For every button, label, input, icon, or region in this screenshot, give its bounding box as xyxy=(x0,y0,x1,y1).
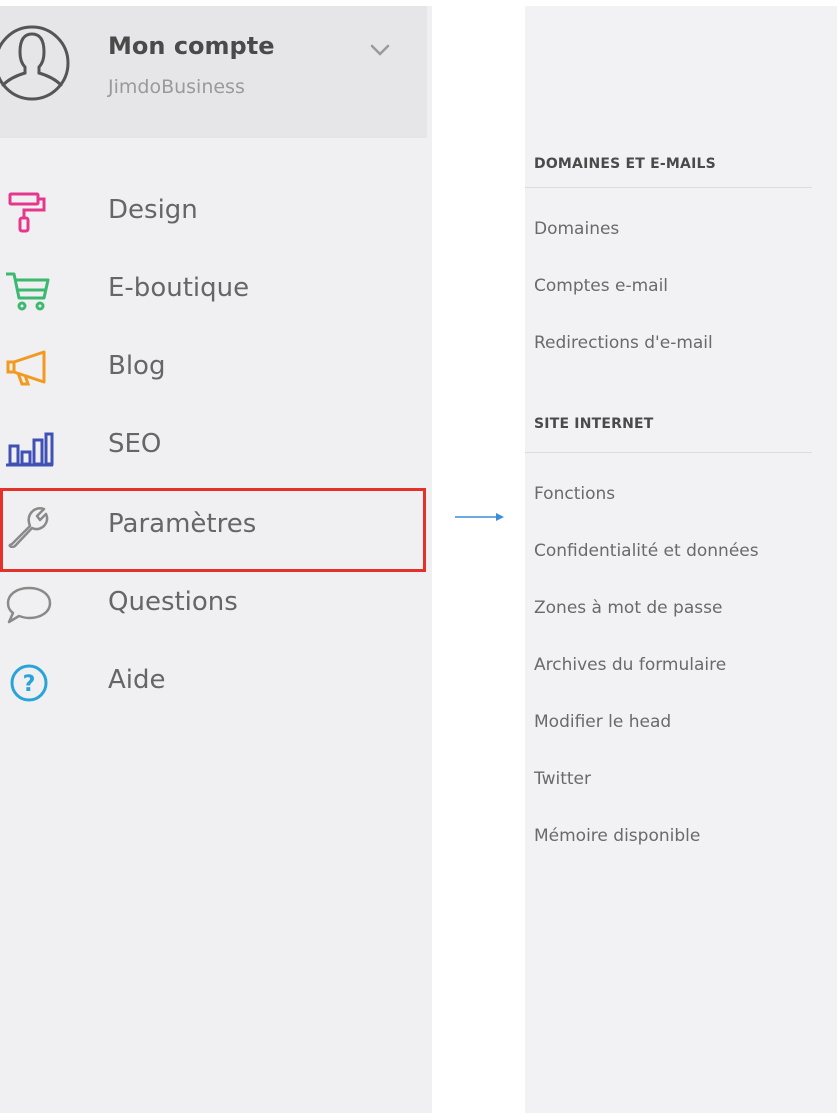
section-divider xyxy=(525,187,812,188)
link-domaines[interactable]: Domaines xyxy=(534,219,619,239)
nav-label-seo: SEO xyxy=(108,429,162,459)
megaphone-icon xyxy=(6,350,46,386)
section-heading-site-internet: SITE INTERNET xyxy=(534,416,654,432)
account-plan: JimdoBusiness xyxy=(108,76,245,98)
nav-item-e-boutique[interactable]: E-boutique xyxy=(0,260,427,320)
link-confidentialite[interactable]: Confidentialité et données xyxy=(534,541,759,561)
chevron-down-icon[interactable] xyxy=(369,42,391,58)
nav-label-e-boutique: E-boutique xyxy=(108,273,250,303)
nav-item-design[interactable]: Design xyxy=(0,182,427,242)
highlight-box xyxy=(0,488,426,572)
link-archives-formulaire[interactable]: Archives du formulaire xyxy=(534,655,726,675)
account-title: Mon compte xyxy=(108,32,275,60)
nav-item-seo[interactable]: SEO xyxy=(0,416,427,476)
nav-item-aide[interactable]: ? Aide xyxy=(0,652,427,712)
link-comptes-email[interactable]: Comptes e-mail xyxy=(534,276,668,296)
link-modifier-head[interactable]: Modifier le head xyxy=(534,712,671,732)
link-redirections-email[interactable]: Redirections d'e-mail xyxy=(534,333,713,353)
nav-label-questions: Questions xyxy=(108,587,238,617)
svg-text:?: ? xyxy=(23,672,36,697)
bar-chart-icon xyxy=(6,432,54,467)
arrow-icon xyxy=(455,513,504,521)
settings-panel: DOMAINES ET E-MAILS Domaines Comptes e-m… xyxy=(525,6,837,1113)
shopping-cart-icon xyxy=(6,272,50,311)
speech-bubble-icon xyxy=(6,586,52,624)
nav-label-design: Design xyxy=(108,195,198,225)
link-memoire-disponible[interactable]: Mémoire disponible xyxy=(534,826,700,846)
section-divider xyxy=(525,452,812,453)
paint-roller-icon xyxy=(8,192,46,233)
sidebar: Mon compte JimdoBusiness Design E-boutiq… xyxy=(0,6,432,1113)
link-twitter[interactable]: Twitter xyxy=(534,769,591,789)
nav-item-blog[interactable]: Blog xyxy=(0,338,427,398)
link-zones-mot-de-passe[interactable]: Zones à mot de passe xyxy=(534,598,722,618)
link-fonctions[interactable]: Fonctions xyxy=(534,484,615,504)
help-circle-icon: ? xyxy=(10,664,48,702)
nav-label-blog: Blog xyxy=(108,351,166,381)
section-heading-domaines: DOMAINES ET E-MAILS xyxy=(534,156,716,172)
account-switcher[interactable]: Mon compte JimdoBusiness xyxy=(0,6,427,138)
nav-label-aide: Aide xyxy=(108,665,166,695)
nav-item-questions[interactable]: Questions xyxy=(0,574,427,634)
user-avatar-icon xyxy=(0,25,70,101)
